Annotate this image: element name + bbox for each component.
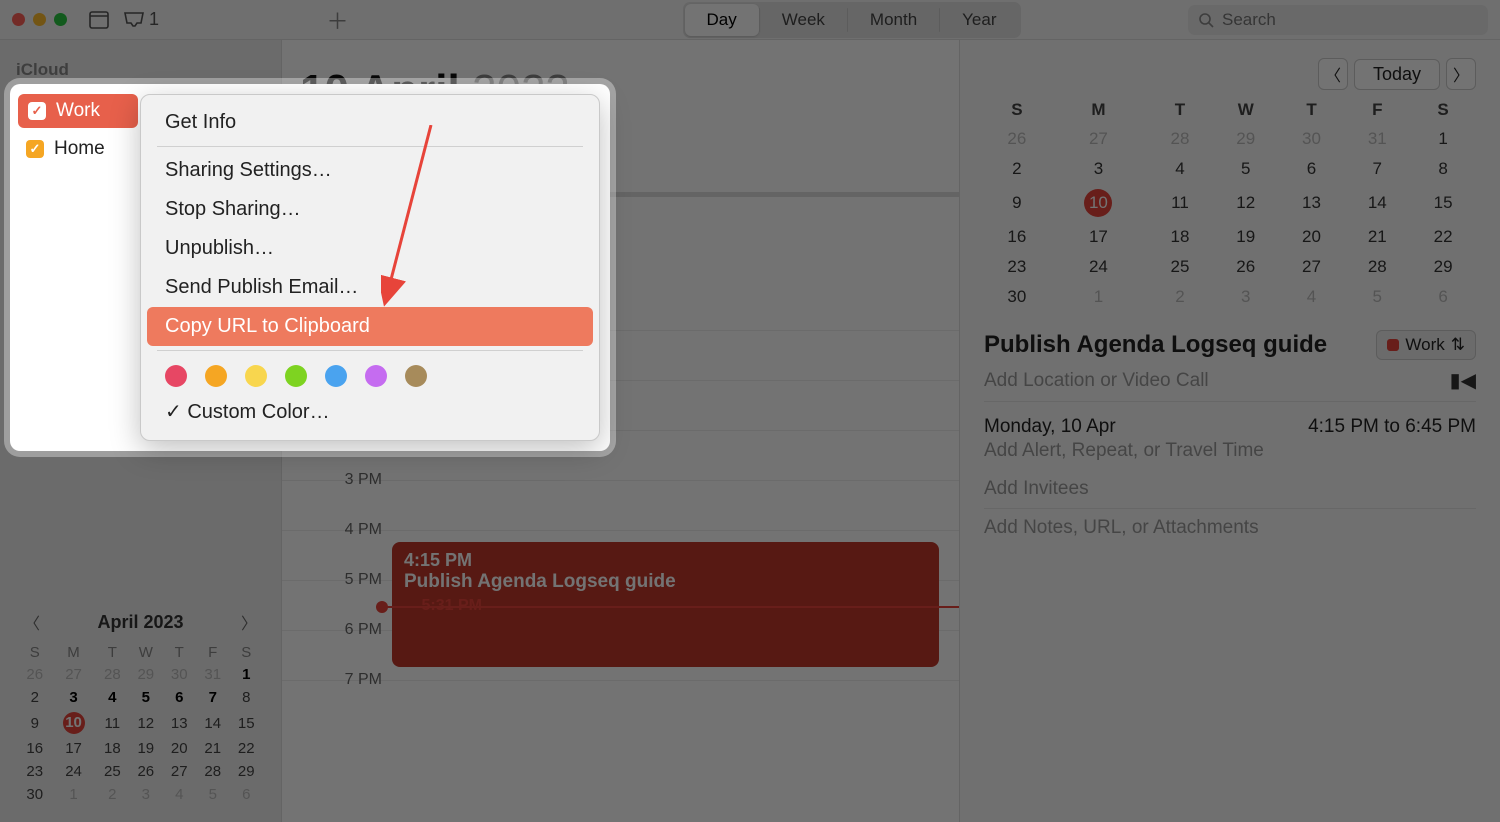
next-month-button[interactable]: 〉 (1446, 58, 1476, 90)
minimize-icon[interactable] (33, 13, 46, 26)
search-icon (1198, 12, 1214, 28)
toolbar: 1 ＋ Day Week Month Year Search (0, 0, 1500, 40)
prev-month-button[interactable]: 〈 (1318, 58, 1348, 90)
menu-unpublish[interactable]: Unpublish… (147, 229, 593, 268)
menu-sharing-settings[interactable]: Sharing Settings… (147, 151, 593, 190)
section-icloud: iCloud (16, 60, 265, 80)
context-menu-highlight: ✓ Work ✓ Home Get Info Sharing Settings…… (10, 84, 610, 451)
inspector-calendar-table[interactable]: SMTWTFS 26272829303112345678910111213141… (984, 96, 1476, 312)
notes-field[interactable]: Add Notes, URL, or Attachments (984, 509, 1476, 547)
event-time: 4:15 PM (404, 550, 927, 571)
invitees-field[interactable]: Add Invitees (984, 470, 1476, 509)
menu-divider (157, 350, 583, 351)
event-title-field[interactable]: Publish Agenda Logseq guide (984, 331, 1366, 359)
context-menu: Get Info Sharing Settings… Stop Sharing…… (140, 94, 600, 441)
time-label: 7 PM (302, 671, 382, 689)
view-week[interactable]: Week (760, 4, 847, 36)
sidebar-mini-calendar: 〈 April 2023 〉 SMTWTFS 26272829303112345… (10, 604, 271, 806)
today-button[interactable]: Today (1354, 59, 1440, 90)
now-time-label: 5:31 PM (402, 597, 482, 615)
now-dot-icon (376, 601, 388, 613)
color-swatch[interactable] (405, 365, 427, 387)
video-icon[interactable]: ▮◀ (1450, 368, 1476, 393)
zoom-icon[interactable] (54, 13, 67, 26)
event-title: Publish Agenda Logseq guide (404, 571, 927, 593)
color-swatch[interactable] (325, 365, 347, 387)
inbox-icon[interactable]: 1 (123, 9, 159, 30)
checkbox-icon[interactable]: ✓ (28, 102, 46, 120)
color-swatch[interactable] (365, 365, 387, 387)
menu-stop-sharing[interactable]: Stop Sharing… (147, 190, 593, 229)
inspector: 〈 Today 〉 SMTWTFS 2627282930311234567891… (960, 40, 1500, 822)
prev-month-icon[interactable]: 〈 (18, 608, 46, 636)
close-icon[interactable] (12, 13, 25, 26)
view-month[interactable]: Month (848, 4, 939, 36)
color-swatch[interactable] (285, 365, 307, 387)
checkbox-icon[interactable]: ✓ (26, 140, 44, 158)
event-datetime[interactable]: Monday, 10 Apr 4:15 PM to 6:45 PM (984, 402, 1476, 440)
menu-divider (157, 146, 583, 147)
time-label: 3 PM (302, 471, 382, 489)
calendar-picker[interactable]: Work ⇅ (1376, 330, 1476, 360)
menu-custom-color[interactable]: ✓ Custom Color… (147, 391, 593, 432)
color-swatch[interactable] (245, 365, 267, 387)
alert-field[interactable]: Add Alert, Repeat, or Travel Time (984, 440, 1476, 470)
chevron-updown-icon: ⇅ (1451, 335, 1465, 355)
now-indicator: 5:31 PM (382, 606, 959, 608)
menu-copy-url[interactable]: Copy URL to Clipboard (147, 307, 593, 346)
time-label: 5 PM (302, 571, 382, 589)
time-label: 6 PM (302, 621, 382, 639)
inspector-mini-calendar: 〈 Today 〉 SMTWTFS 2627282930311234567891… (984, 58, 1476, 312)
mini-month-title: April 2023 (97, 612, 183, 633)
time-label: 4 PM (302, 521, 382, 539)
menu-get-info[interactable]: Get Info (147, 103, 593, 142)
view-day[interactable]: Day (685, 4, 759, 36)
next-month-icon[interactable]: 〉 (235, 608, 263, 636)
menu-send-publish-email[interactable]: Send Publish Email… (147, 268, 593, 307)
calendar-row-work[interactable]: ✓ Work (18, 94, 138, 128)
window-controls[interactable] (12, 13, 67, 26)
search-field[interactable]: Search (1188, 5, 1488, 35)
calendar-app: 1 ＋ Day Week Month Year Search iCloud ✓ … (0, 0, 1500, 822)
color-swatch[interactable] (165, 365, 187, 387)
search-placeholder: Search (1222, 10, 1276, 30)
calendar-toggle-icon[interactable] (89, 11, 109, 29)
location-field[interactable]: Add Location or Video Call ▮◀ (984, 360, 1476, 402)
color-swatches (147, 355, 593, 391)
inbox-count: 1 (149, 9, 159, 30)
view-segmented: Day Week Month Year (683, 2, 1021, 38)
add-event-icon[interactable]: ＋ (327, 4, 349, 36)
color-swatch[interactable] (205, 365, 227, 387)
calendar-row-home[interactable]: ✓ Home (16, 132, 140, 166)
calendar-color-icon (1387, 339, 1399, 351)
view-year[interactable]: Year (940, 4, 1018, 36)
mini-calendar-table[interactable]: SMTWTFS 26272829303112345678910111213141… (18, 642, 263, 806)
